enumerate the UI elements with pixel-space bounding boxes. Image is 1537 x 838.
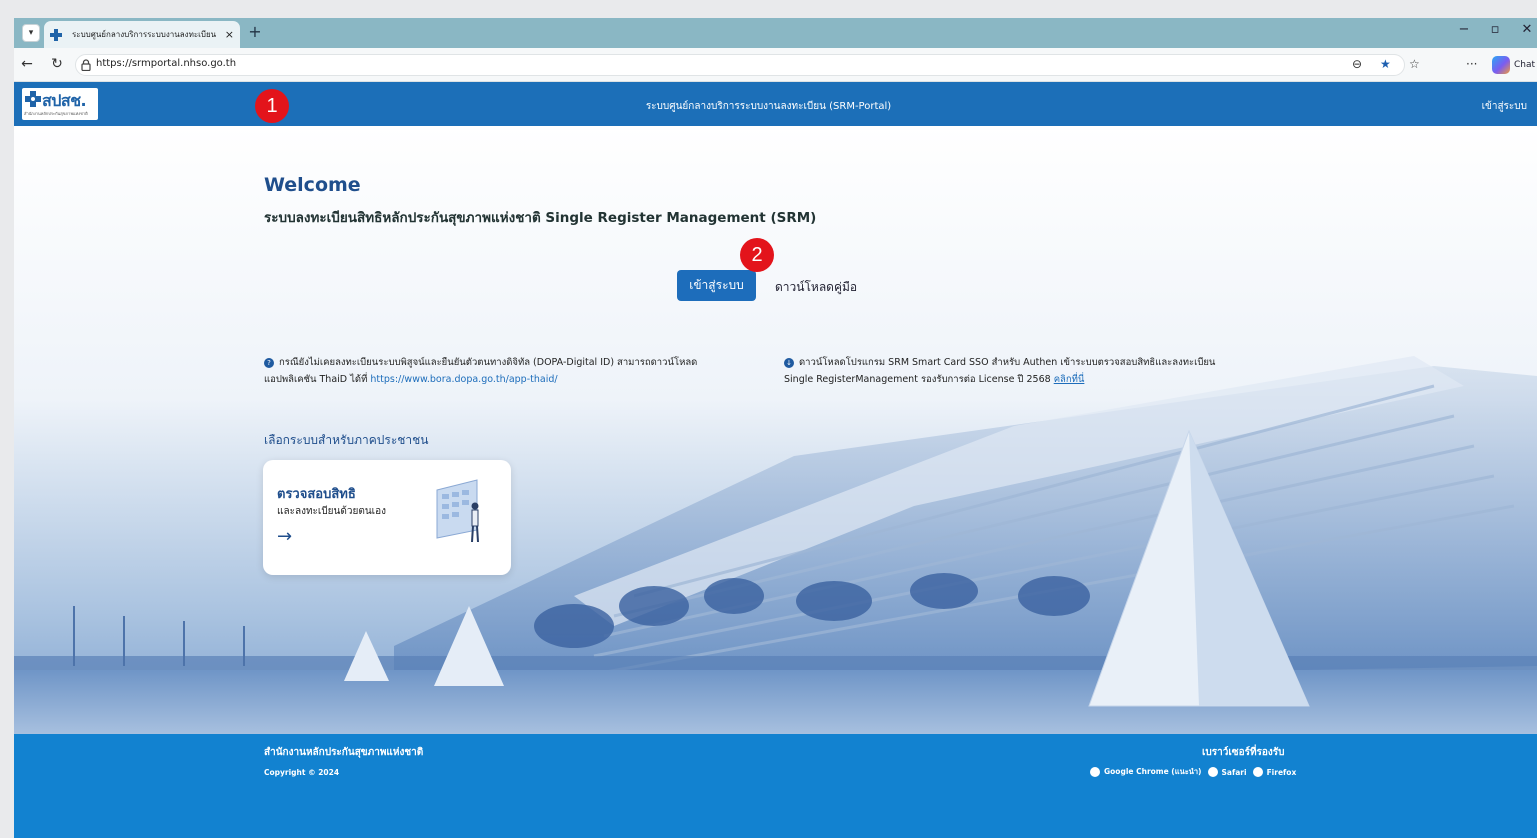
- smartcard-info-text2: Single RegisterManagement รองรับการต่อ L…: [784, 374, 1051, 385]
- site-favicon-icon: [50, 28, 62, 41]
- back-arrow-icon[interactable]: ←: [18, 56, 36, 72]
- thaid-info-text1: กรณียังไม่เคยลงทะเบียนระบบพิสูจน์และยืนย…: [279, 357, 698, 368]
- card-title: ตรวจสอบสิทธิ: [277, 487, 356, 502]
- copilot-icon: [1492, 56, 1510, 74]
- supported-browsers-title: เบราว์เซอร์ที่รองรับ: [1202, 747, 1285, 758]
- copilot-chat-button[interactable]: Chat: [1492, 56, 1535, 74]
- minimize-icon[interactable]: −: [1455, 22, 1473, 37]
- thaid-info: ? กรณียังไม่เคยลงทะเบียนระบบพิสูจน์และยืน…: [264, 354, 764, 388]
- annotation-badge-2: 2: [740, 238, 774, 272]
- header-title: ระบบศูนย์กลางบริการระบบงานลงทะเบียน (SRM…: [645, 101, 892, 112]
- site-footer: [14, 734, 1537, 838]
- browser-firefox-label: Firefox: [1266, 767, 1297, 777]
- firefox-icon: [1252, 767, 1263, 777]
- header-login-link[interactable]: เข้าสู่ระบบ: [1482, 99, 1527, 114]
- card-description: และลงทะเบียนด้วยตนเอง: [277, 506, 386, 517]
- url-text[interactable]: https://srmportal.nhso.go.th: [96, 58, 236, 69]
- browser-chrome-label: Google Chrome (แนะนำ): [1104, 767, 1202, 776]
- download-icon: ↓: [784, 357, 794, 368]
- favorites-list-icon[interactable]: ☆: [1409, 57, 1420, 71]
- supported-browsers-list: Google Chrome (แนะนำ) Safari Firefox: [1090, 766, 1296, 778]
- chat-label: Chat: [1514, 60, 1536, 70]
- reader-view-icon[interactable]: ⊖: [1352, 57, 1362, 71]
- smartcard-info-text1: ดาวน์โหลดโปรแกรม SRM Smart Card SSO สำหร…: [799, 357, 1216, 368]
- browser-safari-label: Safari: [1221, 767, 1247, 777]
- system-subtitle: ระบบลงทะเบียนสิทธิหลักประกันสุขภาพแห่งชา…: [264, 210, 817, 226]
- browser-tab-bar: [14, 18, 1537, 48]
- favorite-star-icon[interactable]: ★: [1380, 57, 1391, 71]
- tab-close-icon[interactable]: ×: [225, 28, 234, 41]
- person-board-illustration-icon: [436, 479, 479, 543]
- thaid-link[interactable]: https://www.bora.dopa.go.th/app-thaid/: [370, 374, 557, 385]
- lock-icon: [81, 59, 91, 71]
- srm-smartcard-info: ↓ ดาวน์โหลดโปรแกรม SRM Smart Card SSO สำห…: [784, 354, 1264, 388]
- close-window-icon[interactable]: ✕: [1518, 22, 1536, 37]
- thaid-info-text2: แอปพลิเคชัน ThaiD ได้ที่: [264, 374, 368, 385]
- arrow-right-icon[interactable]: →: [277, 526, 292, 547]
- welcome-heading: Welcome: [264, 174, 361, 196]
- public-section-title: เลือกระบบสำหรับภาคประชาชน: [264, 433, 429, 447]
- click-here-link[interactable]: คลิกที่นี่: [1054, 374, 1085, 385]
- new-tab-button[interactable]: +: [245, 22, 265, 41]
- tab-list-dropdown-icon[interactable]: ▾: [22, 24, 40, 42]
- restore-icon[interactable]: ▫: [1486, 22, 1504, 37]
- address-bar[interactable]: [75, 54, 1405, 76]
- tab-title: ระบบศูนย์กลางบริการระบบงานลงทะเบียน: [72, 30, 217, 39]
- check-rights-card[interactable]: ตรวจสอบสิทธิ และลงทะเบียนด้วยตนเอง →: [263, 460, 511, 575]
- annotation-badge-1: 1: [255, 89, 289, 123]
- login-button[interactable]: เข้าสู่ระบบ: [677, 270, 756, 301]
- footer-org-name: สำนักงานหลักประกันสุขภาพแห่งชาติ: [264, 747, 424, 758]
- question-icon: ?: [264, 357, 274, 368]
- browser-tab-active[interactable]: ระบบศูนย์กลางบริการระบบงานลงทะเบียน ×: [44, 21, 240, 48]
- safari-icon: [1207, 767, 1218, 777]
- chrome-icon: [1090, 767, 1100, 777]
- download-manual-link[interactable]: ดาวน์โหลดคู่มือ: [775, 278, 857, 297]
- more-menu-icon[interactable]: ···: [1466, 57, 1477, 71]
- reload-icon[interactable]: ↻: [48, 56, 66, 72]
- footer-copyright: Copyright © 2024: [264, 768, 340, 777]
